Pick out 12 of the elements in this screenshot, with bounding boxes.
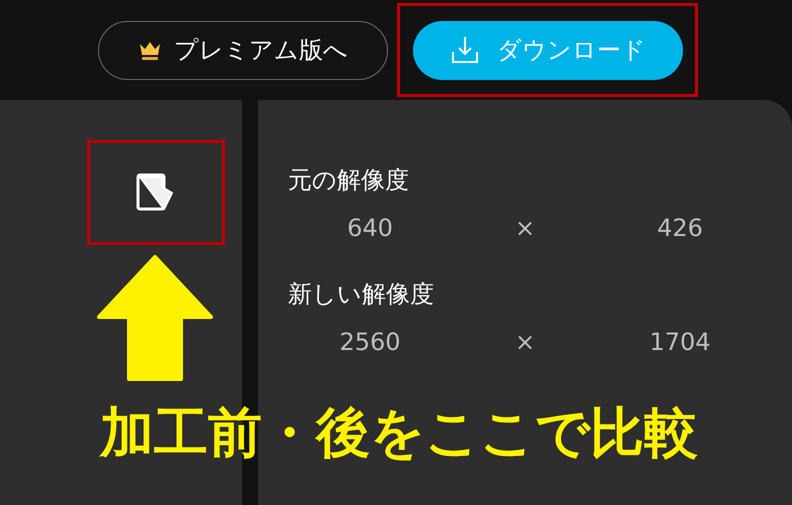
width-value: 2560	[338, 327, 402, 358]
resolution-title: 新しい解像度	[288, 279, 435, 310]
compare-icon[interactable]	[136, 172, 176, 212]
width-value: 640	[346, 213, 394, 244]
height-value: 1704	[648, 327, 712, 358]
resolution-title: 元の解像度	[288, 165, 410, 196]
height-value: 426	[656, 213, 704, 244]
annotation-caption: 加工前・後をここで比較	[100, 400, 698, 466]
download-icon	[449, 34, 481, 66]
premium-button[interactable]: プレミアム版へ	[98, 20, 388, 80]
times-sign: ×	[514, 327, 536, 358]
times-sign: ×	[514, 213, 536, 244]
